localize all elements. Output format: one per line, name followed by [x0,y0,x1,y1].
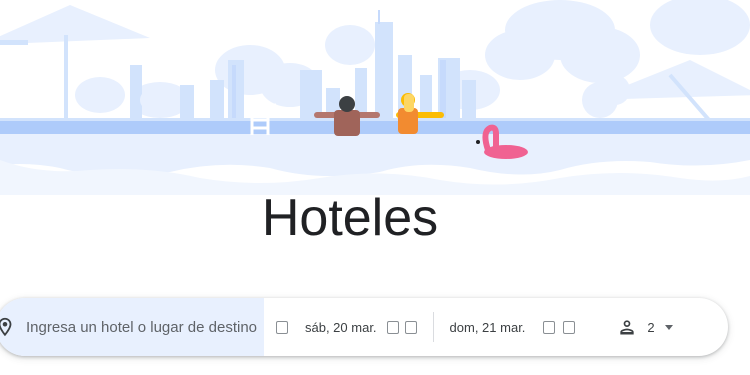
chevron-right-icon[interactable] [404,320,417,334]
hero-illustration [0,0,750,195]
check-in-date[interactable]: sáb, 20 mar. [276,298,417,356]
chevron-right-icon[interactable] [563,320,576,334]
guests-selector[interactable]: 2 [617,317,673,337]
check-in-label: sáb, 20 mar. [305,319,377,335]
check-out-label: dom, 21 mar. [449,319,526,335]
dropdown-caret-icon [664,324,673,330]
destination-input[interactable] [26,318,262,336]
location-field[interactable] [0,298,264,356]
check-out-date[interactable]: dom, 21 mar. [450,298,576,356]
date-divider [432,312,434,342]
guests-count: 2 [647,319,655,335]
chevron-left-icon[interactable] [386,320,399,334]
page-title: Hoteles [261,189,439,247]
calendar-icon [276,320,288,334]
person-icon [620,320,635,335]
location-pin-icon [0,317,12,337]
hotel-search-bar: sáb, 20 mar. dom, 21 mar. 2 [0,298,728,356]
chevron-left-icon[interactable] [543,320,556,334]
